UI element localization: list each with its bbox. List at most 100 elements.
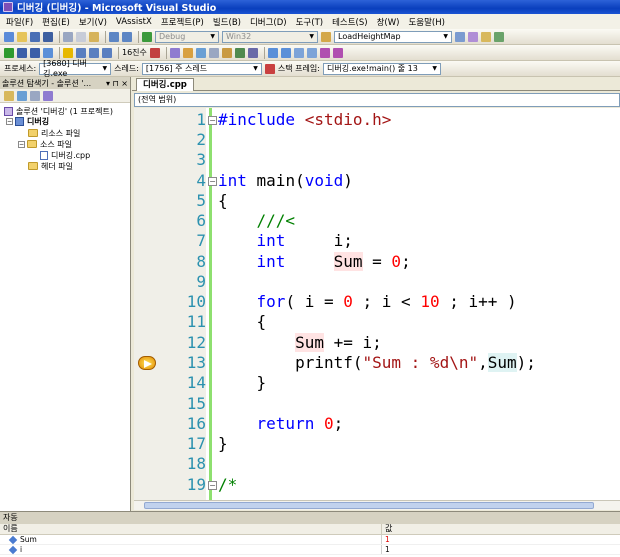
properties-icon[interactable] — [30, 90, 40, 101]
toolbar-separator — [59, 30, 60, 43]
new-project-icon[interactable] — [4, 31, 14, 42]
toggle-flag-icon[interactable] — [264, 63, 275, 74]
save-all-icon[interactable] — [43, 31, 53, 42]
properties-icon[interactable] — [468, 31, 478, 42]
horizontal-scrollbar[interactable] — [134, 500, 620, 510]
copy-icon[interactable] — [76, 31, 86, 42]
menu-build[interactable]: 빌드(B) — [213, 16, 241, 28]
fold-collapse-icon[interactable]: − — [208, 116, 217, 125]
stack-frame-combo[interactable]: 디버깅.exe!main() 줄 13 ▼ — [322, 62, 441, 75]
redo-icon[interactable] — [122, 31, 132, 42]
chevron-down-icon: ▼ — [432, 64, 437, 72]
tree-item-source-files[interactable]: − 소스 파일 — [18, 139, 72, 149]
pane-buttons[interactable]: ▾ ⊓ × — [106, 79, 128, 88]
process-combo[interactable]: [3680] 디버깅.exe ▼ — [39, 59, 112, 78]
tree-item-cpp-file[interactable]: 디버깅.cpp — [40, 150, 90, 160]
locals-icon[interactable] — [195, 47, 206, 58]
memory-icon[interactable] — [221, 47, 232, 58]
variable-value[interactable]: 1 — [382, 545, 620, 554]
code-editor[interactable]: 1 2 3 4 5 6 7 8 9 10 11 12 13 14 15 16 1… — [134, 108, 620, 500]
variable-value[interactable]: 1 — [382, 535, 620, 544]
breakpoints-window-icon[interactable] — [149, 47, 160, 58]
menu-test[interactable]: 테스트(S) — [332, 16, 368, 28]
menu-tools[interactable]: 도구(T) — [296, 16, 323, 28]
collapse-icon[interactable]: − — [6, 117, 13, 125]
stop-debugging-icon[interactable] — [30, 47, 40, 58]
thread-label: 스레드: — [114, 64, 139, 73]
solution-explorer-header: 솔루션 탐색기 - 솔루션 '... ▾ ⊓ × — [0, 77, 130, 89]
table-row[interactable]: i 1 — [0, 545, 620, 555]
view-code-icon[interactable] — [43, 90, 53, 101]
line-number: 4 — [196, 171, 206, 190]
menu-project[interactable]: 프로젝트(P) — [161, 16, 204, 28]
scrollbar-thumb[interactable] — [144, 502, 594, 509]
paste-icon[interactable] — [89, 31, 99, 42]
comment-icon[interactable] — [293, 47, 304, 58]
show-next-statement-icon[interactable] — [63, 47, 73, 58]
restart-icon[interactable] — [43, 47, 53, 58]
table-row[interactable]: Sum 1 — [0, 535, 620, 545]
bookmark-icon[interactable] — [319, 47, 330, 58]
menu-window[interactable]: 창(W) — [377, 16, 400, 28]
column-name[interactable]: 이름 — [0, 524, 382, 534]
standard-toolbar: Debug ▼ Win32 ▼ LoadHeightMap ▼ — [0, 29, 620, 45]
scope-dropdown[interactable]: (전역 범위) — [134, 93, 620, 107]
autos-title: 자동 — [0, 512, 620, 524]
step-out-icon[interactable] — [102, 47, 112, 58]
variable-name: Sum — [0, 535, 382, 545]
menu-help[interactable]: 도움말(H) — [408, 16, 444, 28]
solution-explorer-icon[interactable] — [455, 31, 465, 42]
watch-icon[interactable] — [182, 47, 193, 58]
save-icon[interactable] — [30, 31, 40, 42]
undo-icon[interactable] — [109, 31, 119, 42]
hex-display-toggle[interactable]: 16진수 — [122, 47, 147, 58]
step-over-icon[interactable] — [89, 47, 99, 58]
format-left-icon[interactable] — [267, 47, 278, 58]
fold-collapse-icon[interactable]: − — [208, 177, 217, 186]
thread-combo[interactable]: [1756] 주 스레드 ▼ — [141, 62, 262, 75]
find-combo[interactable]: LoadHeightMap ▼ — [334, 30, 452, 43]
folder-icon — [28, 129, 38, 137]
cut-icon[interactable] — [63, 31, 73, 42]
chevron-down-icon: ▼ — [102, 64, 108, 72]
class-view-icon[interactable] — [494, 31, 504, 42]
column-value[interactable]: 값 — [382, 524, 392, 534]
start-debug-icon[interactable] — [142, 31, 152, 42]
fold-collapse-icon[interactable]: − — [208, 481, 217, 490]
platform-combo[interactable]: Win32 ▼ — [222, 30, 318, 43]
show-all-files-icon[interactable] — [4, 90, 14, 101]
tree-item-header-files[interactable]: 헤더 파일 — [28, 161, 73, 171]
line-number: 2 — [196, 130, 206, 149]
tree-item-project[interactable]: − 디버깅 — [6, 116, 49, 126]
refresh-icon[interactable] — [17, 90, 27, 101]
line-number: 14 — [186, 373, 206, 392]
uncomment-icon[interactable] — [306, 47, 317, 58]
saved-changes-bar — [209, 108, 212, 500]
menu-vassistx[interactable]: VAssistX — [116, 17, 152, 27]
break-all-icon[interactable] — [17, 47, 27, 58]
disassembly-icon[interactable] — [247, 47, 258, 58]
collapse-icon[interactable]: − — [18, 140, 25, 148]
code-line-14: } — [218, 373, 267, 392]
tab-debugging-cpp[interactable]: 디버깅.cpp — [136, 78, 194, 91]
immediate-window-icon[interactable] — [169, 47, 180, 58]
tree-item-solution[interactable]: 솔루션 '디버깅' (1 프로젝트) — [4, 106, 113, 116]
toolbox-icon[interactable] — [481, 31, 491, 42]
tree-item-resource-files[interactable]: 리소스 파일 — [28, 128, 80, 138]
call-stack-icon[interactable] — [208, 47, 219, 58]
menu-debug[interactable]: 디버그(D) — [250, 16, 287, 28]
next-bookmark-icon[interactable] — [332, 47, 343, 58]
menu-file[interactable]: 파일(F) — [6, 16, 33, 28]
toolbar-separator — [59, 46, 60, 59]
configuration-combo[interactable]: Debug ▼ — [155, 30, 219, 43]
find-in-files-icon[interactable] — [321, 31, 331, 42]
menu-edit[interactable]: 편집(E) — [42, 16, 70, 28]
step-into-icon[interactable] — [76, 47, 86, 58]
line-number: 7 — [196, 231, 206, 250]
format-right-icon[interactable] — [280, 47, 291, 58]
document-tab-strip: 디버깅.cpp — [132, 77, 620, 91]
menu-view[interactable]: 보기(V) — [79, 16, 107, 28]
open-file-icon[interactable] — [17, 31, 27, 42]
continue-icon[interactable] — [4, 47, 14, 58]
registers-icon[interactable] — [234, 47, 245, 58]
